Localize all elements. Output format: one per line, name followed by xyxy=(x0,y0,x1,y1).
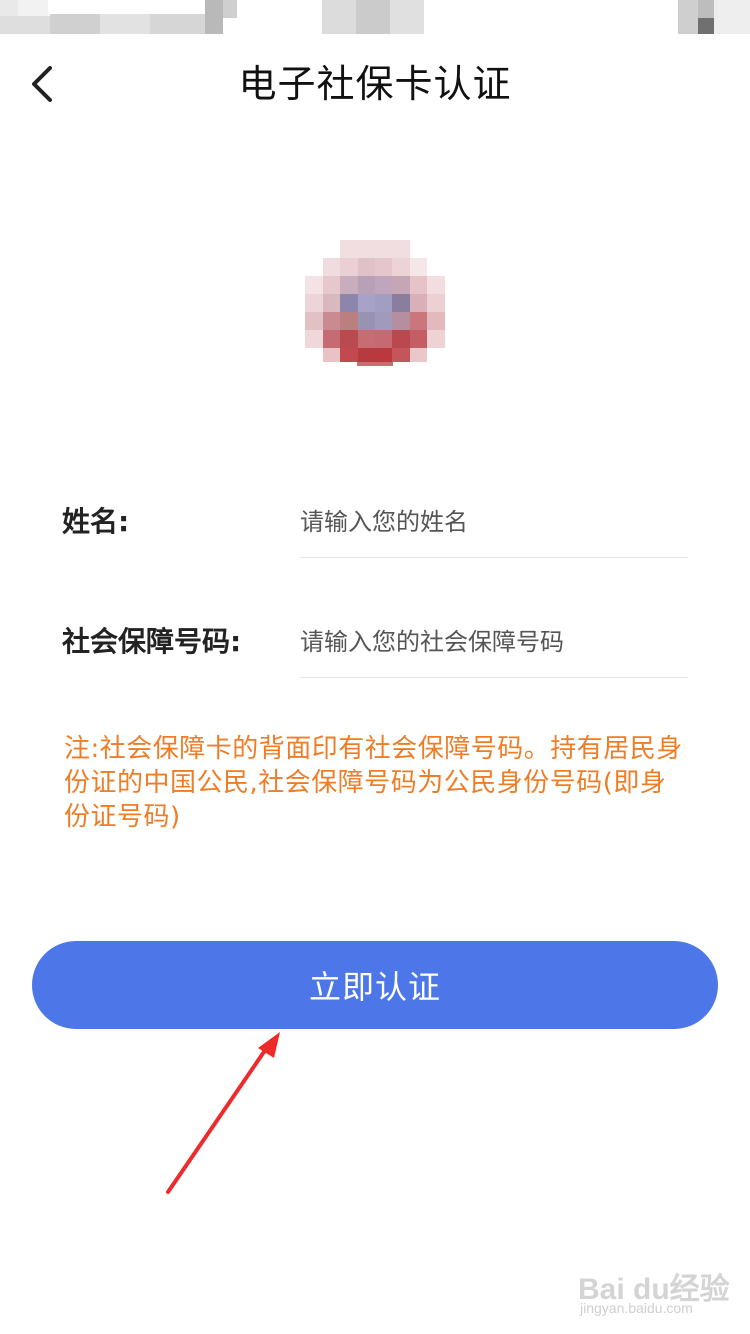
app-logo xyxy=(305,240,445,366)
annotation-arrow-icon xyxy=(166,1032,280,1194)
watermark: Bai du经验 jingyan.baidu.com xyxy=(572,1250,730,1320)
watermark-sub: jingyan.baidu.com xyxy=(580,1300,693,1316)
name-row: 姓名: xyxy=(0,500,750,560)
ssn-row: 社会保障号码: xyxy=(0,620,750,680)
status-bar xyxy=(0,0,750,34)
name-divider xyxy=(300,557,688,558)
ssn-input[interactable] xyxy=(300,622,688,662)
note-text: 注:社会保障卡的背面印有社会保障号码。持有居民身份证的中国公民,社会保障号码为公… xyxy=(64,734,683,832)
ssn-label: 社会保障号码: xyxy=(62,625,242,658)
name-input[interactable] xyxy=(300,502,688,542)
page-title: 电子社保卡认证 xyxy=(238,62,512,106)
ssn-divider xyxy=(300,677,688,678)
verify-now-button[interactable]: 立即认证 xyxy=(32,941,718,1029)
page: 电子社保卡认证 姓名: 请输入您的姓名 社会保障号码: 请输入您的社会保障号码 … xyxy=(0,0,750,1334)
name-label: 姓名: xyxy=(62,505,130,538)
